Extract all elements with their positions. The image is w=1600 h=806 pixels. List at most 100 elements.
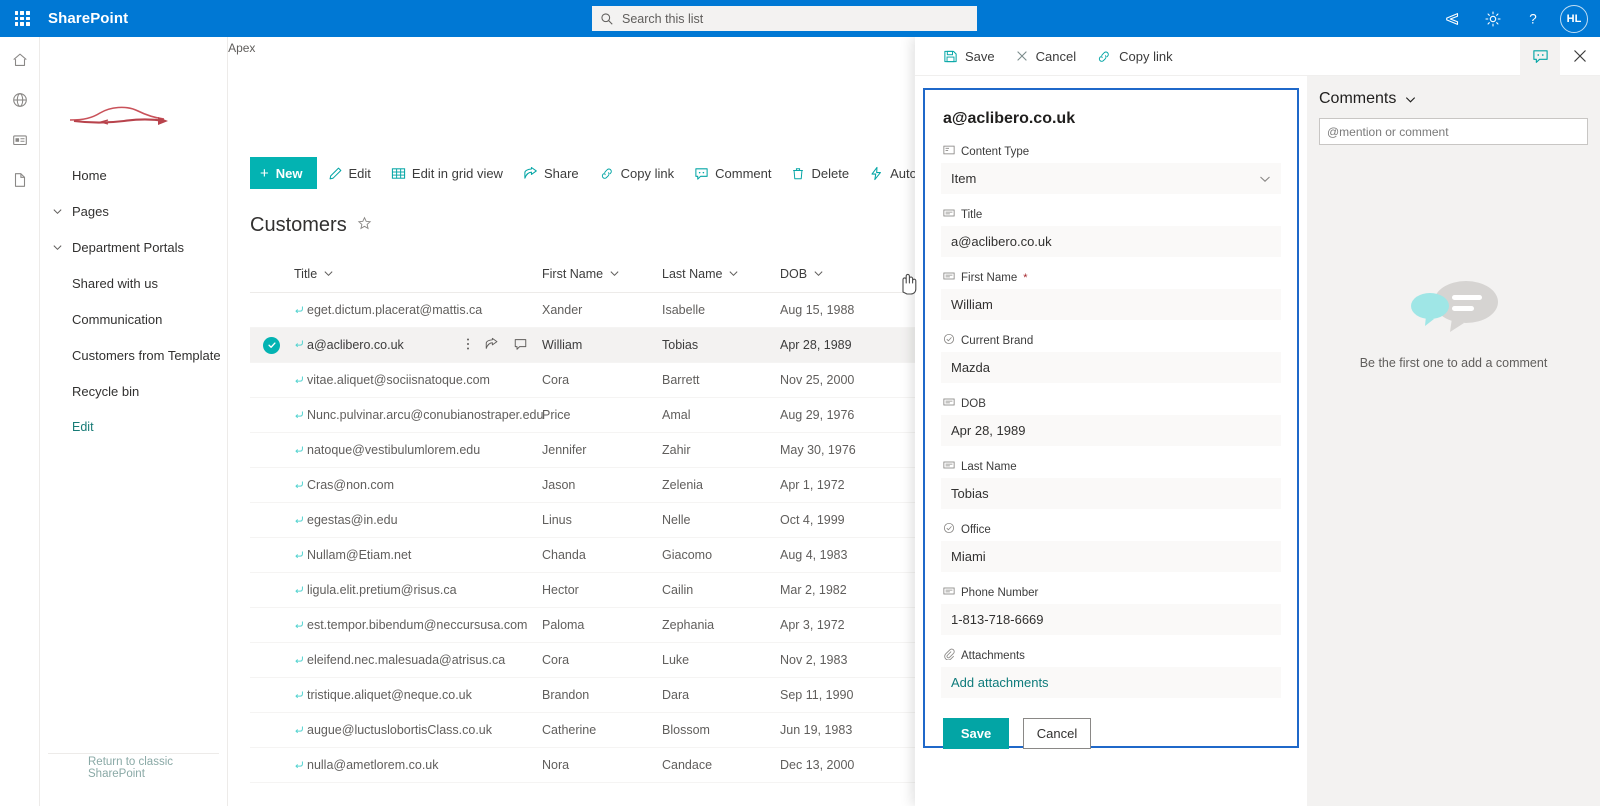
- gear-icon[interactable]: [1474, 0, 1512, 37]
- row-comment-icon[interactable]: [513, 337, 528, 354]
- chevron-down-icon[interactable]: [1404, 93, 1417, 106]
- cell-last-name: Zelenia: [662, 478, 703, 492]
- help-icon[interactable]: ?: [1514, 0, 1552, 37]
- comment-icon[interactable]: [1520, 36, 1560, 76]
- cell-title[interactable]: Nullam@Etiam.net: [294, 548, 542, 562]
- document-icon[interactable]: [0, 160, 40, 200]
- home-icon[interactable]: [0, 40, 40, 80]
- edit-in-grid-view-button[interactable]: Edit in grid view: [382, 157, 512, 189]
- cell-first-name: Paloma: [542, 618, 585, 632]
- field-label-text: DOB: [961, 397, 986, 410]
- cell-title-text: eleifend.nec.malesuada@atrisus.ca: [307, 653, 506, 667]
- delete-button[interactable]: Delete: [782, 157, 858, 189]
- sidebar-item-home[interactable]: Home: [40, 157, 228, 193]
- chevron-down-icon[interactable]: [1259, 173, 1271, 188]
- cell-last-name: Candace: [662, 758, 713, 772]
- cell-title[interactable]: egestas@in.edu: [294, 513, 542, 527]
- panel-right-actions: [1520, 36, 1600, 76]
- cell-last-name: Barrett: [662, 373, 700, 387]
- close-icon[interactable]: [1560, 37, 1600, 76]
- copy-link-button[interactable]: Copy link: [590, 157, 683, 189]
- column-header-dob[interactable]: DOB: [780, 267, 900, 281]
- field-value[interactable]: William: [941, 289, 1281, 320]
- cell-title[interactable]: tristique.aliquet@neque.co.uk: [294, 688, 542, 702]
- field-value[interactable]: Mazda: [941, 352, 1281, 383]
- row-selected-check-icon[interactable]: [263, 336, 280, 354]
- cell-first-name: Linus: [542, 513, 572, 527]
- field-value[interactable]: 1-813-718-6669: [941, 604, 1281, 635]
- chevron-down-icon[interactable]: [52, 206, 68, 217]
- edit-button[interactable]: Edit: [319, 157, 380, 189]
- cell-last-name: Dara: [662, 688, 690, 702]
- sidebar-item-customers-from-template[interactable]: Customers from Template: [40, 337, 228, 373]
- field-value[interactable]: Apr 28, 1989: [941, 415, 1281, 446]
- sidebar-item-department-portals[interactable]: Department Portals: [40, 229, 228, 265]
- cell-title[interactable]: vitae.aliquet@sociisnatoque.com: [294, 373, 542, 387]
- cell-title[interactable]: est.tempor.bibendum@neccursusa.com: [294, 618, 542, 632]
- row-select-cell[interactable]: [250, 336, 294, 354]
- share-button[interactable]: Share: [514, 157, 588, 189]
- field-label: Current Brand: [941, 333, 1281, 348]
- chevron-down-icon[interactable]: [52, 242, 68, 253]
- cell-dob: Aug 4, 1983: [780, 548, 848, 562]
- chevron-down-icon: [610, 271, 619, 277]
- comments-header[interactable]: Comments: [1319, 90, 1588, 108]
- field-value[interactable]: Add attachments: [941, 667, 1281, 698]
- column-header-label: First Name: [542, 266, 604, 281]
- row-share-icon[interactable]: [484, 337, 499, 354]
- form-column: a@aclibero.co.uk Content Type Item Title a@…: [915, 76, 1307, 806]
- sidebar-edit-link[interactable]: Edit: [40, 409, 228, 445]
- field-value[interactable]: Tobias: [941, 478, 1281, 509]
- chevron-down-icon: [729, 271, 738, 277]
- column-header-title[interactable]: Title: [294, 267, 542, 281]
- app-launcher-icon[interactable]: [0, 0, 44, 37]
- search-input[interactable]: Search this list: [592, 6, 977, 31]
- column-header-first-name[interactable]: First Name: [542, 267, 662, 281]
- cell-title[interactable]: nulla@ametlorem.co.uk: [294, 758, 542, 772]
- cell-title[interactable]: ligula.elit.pretium@risus.ca: [294, 583, 542, 597]
- panel-save-button[interactable]: Save: [935, 40, 1003, 72]
- cell-first-name: Hector: [542, 583, 579, 597]
- panel-body: a@aclibero.co.uk Content Type Item Title a@…: [915, 76, 1600, 806]
- form-field: Title a@aclibero.co.uk: [941, 207, 1281, 257]
- column-header-last-name[interactable]: Last Name: [662, 267, 780, 281]
- comment-input[interactable]: @mention or comment: [1319, 118, 1588, 145]
- field-value[interactable]: Item: [941, 163, 1281, 194]
- new-button[interactable]: + New: [250, 157, 317, 189]
- cell-title[interactable]: Nunc.pulvinar.arcu@conubianostraper.edu: [294, 408, 543, 422]
- field-value-text: Apr 28, 1989: [951, 423, 1026, 438]
- sidebar-item-pages[interactable]: Pages: [40, 193, 228, 229]
- sidebar-item-communication[interactable]: Communication: [40, 301, 228, 337]
- cell-dob: Mar 2, 1982: [780, 583, 847, 597]
- cell-title[interactable]: eget.dictum.placerat@mattis.ca: [294, 303, 542, 317]
- panel-copy-link-button[interactable]: Copy link: [1088, 40, 1180, 72]
- panel-cancel-button[interactable]: Cancel: [1007, 40, 1084, 72]
- plus-icon: +: [260, 164, 269, 182]
- sidebar-item-recycle-bin[interactable]: Recycle bin: [40, 373, 228, 409]
- field-value[interactable]: Miami: [941, 541, 1281, 572]
- comment-button-label: Comment: [715, 165, 772, 181]
- cell-title[interactable]: Cras@non.com: [294, 478, 542, 492]
- content-type-icon: [943, 144, 955, 159]
- link-indicator-icon: [295, 586, 303, 594]
- field-label: Last Name: [941, 459, 1281, 474]
- comment-button[interactable]: Comment: [685, 157, 780, 189]
- megaphone-icon[interactable]: [1434, 0, 1472, 37]
- save-button[interactable]: Save: [943, 718, 1009, 749]
- sidebar-item-shared-with-us[interactable]: Shared with us: [40, 265, 228, 301]
- globe-icon[interactable]: [0, 80, 40, 120]
- cell-first-name: William: [542, 338, 583, 352]
- cell-title[interactable]: eleifend.nec.malesuada@atrisus.ca: [294, 653, 542, 667]
- favorite-star-icon[interactable]: [357, 216, 372, 236]
- return-to-classic-link[interactable]: Return to classic SharePoint: [88, 756, 227, 780]
- comments-column: Comments @mention or comment Be the firs…: [1307, 76, 1600, 806]
- avatar[interactable]: HL: [1560, 4, 1588, 33]
- cell-title[interactable]: natoque@vestibulumlorem.edu: [294, 443, 542, 457]
- sharepoint-brand[interactable]: SharePoint: [48, 10, 128, 27]
- row-more-icon[interactable]: [466, 337, 470, 354]
- cell-title[interactable]: augue@luctuslobortisClass.co.uk: [294, 723, 542, 737]
- cell-title[interactable]: a@aclibero.co.uk: [294, 337, 542, 354]
- news-icon[interactable]: [0, 120, 40, 160]
- cancel-button[interactable]: Cancel: [1023, 718, 1091, 749]
- field-value[interactable]: a@aclibero.co.uk: [941, 226, 1281, 257]
